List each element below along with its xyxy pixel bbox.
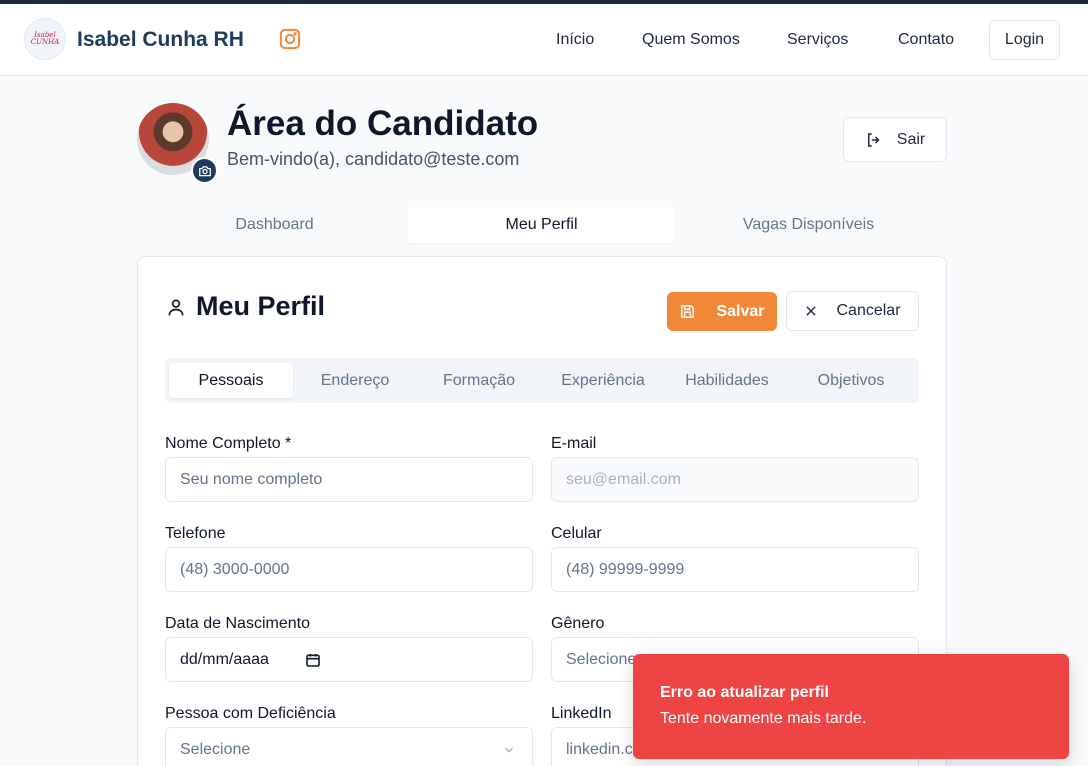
subtab-formacao[interactable]: Formação xyxy=(417,363,541,398)
celular-field[interactable]: (48) 99999-9999 xyxy=(551,547,919,592)
nome-field[interactable]: Seu nome completo xyxy=(165,457,533,502)
subtab-pessoais[interactable]: Pessoais xyxy=(169,363,293,398)
tab-vagas-disponiveis[interactable]: Vagas Disponíveis xyxy=(675,207,942,243)
telefone-field[interactable]: (48) 3000-0000 xyxy=(165,547,533,592)
toast-title: Erro ao atualizar perfil xyxy=(660,684,829,701)
email-field[interactable]: seu@email.com xyxy=(551,457,919,502)
calendar-icon[interactable] xyxy=(305,652,321,668)
nav-link-quem-somos[interactable]: Quem Somos xyxy=(642,31,740,49)
pcd-label: Pessoa com Deficiência xyxy=(165,705,336,722)
navbar: Isabel CUNHA Isabel Cunha RH Início Quem… xyxy=(0,4,1088,76)
pcd-select[interactable]: Selecione xyxy=(165,727,533,766)
welcome-text: Bem-vindo(a), candidato@teste.com xyxy=(227,149,520,169)
page-title: Área do Candidato xyxy=(227,104,539,143)
genero-label: Gênero xyxy=(551,615,605,632)
chevron-down-icon xyxy=(505,747,513,753)
subtab-experiencia[interactable]: Experiência xyxy=(541,363,665,398)
profile-subtabs: Pessoais Endereço Formação Experiência H… xyxy=(165,358,919,403)
error-toast[interactable]: Erro ao atualizar perfil Tente novamente… xyxy=(633,654,1069,759)
genero-value: Selecione xyxy=(566,650,637,668)
nome-label: Nome Completo * xyxy=(165,435,292,452)
subtab-objetivos[interactable]: Objetivos xyxy=(789,363,913,398)
instagram-icon[interactable] xyxy=(279,28,301,50)
save-icon xyxy=(681,305,695,318)
nav-link-inicio[interactable]: Início xyxy=(556,31,594,49)
close-icon xyxy=(806,306,817,316)
card-title-text: Meu Perfil xyxy=(196,291,326,321)
pcd-value: Selecione xyxy=(180,740,251,758)
change-photo-button[interactable] xyxy=(191,157,218,184)
cancel-label: Cancelar xyxy=(836,302,901,319)
birthdate-value: dd/mm/aaaa xyxy=(180,650,269,668)
birthdate-field[interactable]: dd/mm/aaaa xyxy=(165,637,533,682)
save-button[interactable]: Salvar xyxy=(667,292,777,331)
logout-label: Sair xyxy=(896,130,926,148)
nav-link-servicos[interactable]: Serviços xyxy=(787,31,848,49)
brand-name[interactable]: Isabel Cunha RH xyxy=(77,28,244,52)
nav-link-contato[interactable]: Contato xyxy=(898,31,954,49)
telefone-label: Telefone xyxy=(165,525,226,542)
email-label: E-mail xyxy=(551,435,597,452)
logout-button[interactable]: Sair xyxy=(843,117,947,162)
login-button[interactable]: Login xyxy=(989,20,1060,60)
save-label: Salvar xyxy=(716,302,765,320)
tab-meu-perfil[interactable]: Meu Perfil xyxy=(408,207,675,243)
tab-dashboard[interactable]: Dashboard xyxy=(141,207,408,243)
card-title: Meu Perfil xyxy=(166,291,325,322)
subtab-endereco[interactable]: Endereço xyxy=(293,363,417,398)
logout-icon xyxy=(867,132,880,147)
camera-icon xyxy=(198,165,211,176)
user-icon xyxy=(168,299,184,315)
celular-label: Celular xyxy=(551,525,602,542)
cancel-button[interactable]: Cancelar xyxy=(786,291,919,331)
subtab-habilidades[interactable]: Habilidades xyxy=(665,363,789,398)
toast-description: Tente novamente mais tarde. xyxy=(660,710,867,727)
brand-logo[interactable]: Isabel CUNHA xyxy=(24,18,66,60)
linkedin-label: LinkedIn xyxy=(551,705,612,722)
nascimento-label: Data de Nascimento xyxy=(165,615,310,632)
